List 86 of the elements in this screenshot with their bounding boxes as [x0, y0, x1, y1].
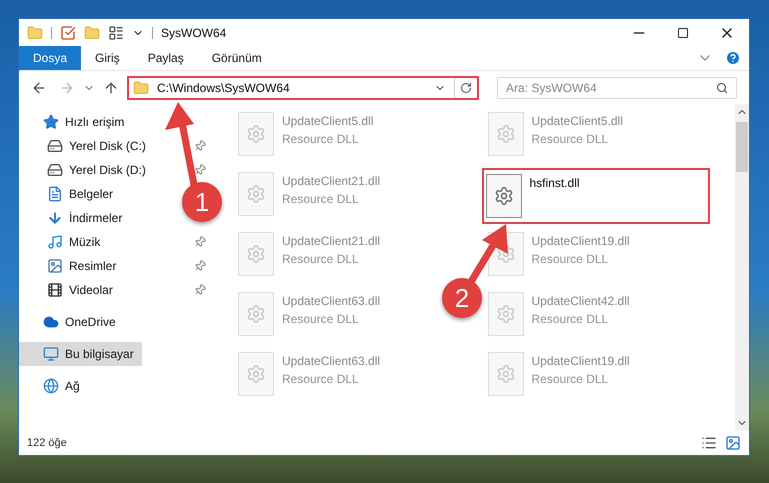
refresh-icon[interactable] [460, 82, 472, 94]
back-icon[interactable] [31, 80, 47, 96]
star-icon [43, 114, 59, 130]
nav-item[interactable]: Belgeler [19, 182, 122, 206]
nav-item[interactable]: Bu bilgisayar [19, 342, 142, 366]
folder-icon [27, 24, 43, 40]
search-input[interactable]: Ara: SysWOW64 [498, 78, 716, 96]
nav-label: İndirmeler [69, 210, 122, 227]
dll-file-icon [238, 172, 274, 216]
file-type: Resource DLL [282, 191, 360, 208]
file-name: UpdateClient5.dll [532, 113, 623, 130]
details-view-icon[interactable] [701, 435, 717, 451]
file-name: hsfinst.dll [530, 175, 580, 192]
item-count: 122 öğe [27, 436, 67, 451]
file-item[interactable]: hsfinst.dll [482, 168, 710, 224]
up-icon[interactable] [103, 80, 119, 96]
file-type: Resource DLL [282, 311, 360, 328]
nav-item[interactable]: Yerel Disk (C:) [19, 134, 154, 158]
file-name: UpdateClient63.dll [282, 293, 380, 310]
download-icon [47, 210, 63, 226]
nav-label: Yerel Disk (C:) [69, 138, 146, 155]
file-type: Resource DLL [282, 371, 360, 388]
nav-item[interactable]: Hızlı erişim [19, 110, 132, 134]
film-icon [47, 282, 63, 298]
dll-file-icon [238, 232, 274, 276]
file-name: UpdateClient19.dll [532, 233, 630, 250]
ribbon-tab[interactable]: Giriş [81, 46, 134, 70]
nav-label: Ağ [65, 378, 80, 395]
file-name: UpdateClient21.dll [282, 233, 380, 250]
ribbon-tab[interactable]: Görünüm [198, 46, 276, 70]
dll-file-icon [488, 292, 524, 336]
search-field[interactable]: Ara: SysWOW64 [497, 76, 737, 98]
cloud-icon [43, 314, 59, 330]
address-bar[interactable]: C:\Windows\SysWOW64 [127, 76, 479, 100]
maximize-icon[interactable] [677, 26, 689, 38]
file-type: Resource DLL [532, 251, 610, 268]
drive-icon [47, 138, 63, 154]
nav-label: Bu bilgisayar [65, 346, 134, 363]
nav-item[interactable]: Ağ [19, 374, 88, 398]
file-type: Resource DLL [532, 311, 610, 328]
file-name: UpdateClient19.dll [532, 353, 630, 370]
dll-file-icon [238, 112, 274, 156]
nav-label: Belgeler [69, 186, 114, 203]
window-title: SysWOW64 [161, 24, 226, 42]
file-type: Resource DLL [532, 371, 610, 388]
nav-item[interactable]: Videolar [19, 278, 121, 302]
ribbon-tab[interactable]: Paylaş [134, 46, 198, 70]
nav-item[interactable]: Yerel Disk (D:) [19, 158, 154, 182]
view-icon[interactable] [108, 24, 124, 40]
music-note-icon [47, 234, 63, 250]
nav-label: Resimler [69, 258, 116, 275]
dll-file-icon [238, 352, 274, 396]
scroll-thumb[interactable] [736, 122, 748, 172]
nav-item[interactable]: Müzik [19, 230, 108, 254]
document-icon [47, 186, 63, 202]
dll-file-icon [488, 112, 524, 156]
properties-icon[interactable] [60, 24, 76, 40]
nav-label: OneDrive [65, 314, 116, 331]
file-type: Resource DLL [282, 251, 360, 268]
help-icon[interactable] [725, 50, 741, 66]
file-type: Resource DLL [532, 131, 610, 148]
globe-icon [43, 378, 59, 394]
nav-item[interactable]: İndirmeler [19, 206, 130, 230]
nav-label: Videolar [69, 282, 113, 299]
nav-label: Müzik [69, 234, 100, 251]
file-tab[interactable]: Dosya [19, 46, 82, 70]
drive-icon [47, 162, 63, 178]
large-icons-view-icon[interactable] [725, 435, 741, 451]
nav-item[interactable]: Resimler [19, 254, 124, 278]
file-name: UpdateClient21.dll [282, 173, 380, 190]
nav-label: Hızlı erişim [65, 114, 124, 131]
dll-file-icon [238, 292, 274, 336]
folder-icon [133, 80, 149, 96]
search-icon[interactable] [716, 82, 728, 94]
file-name: UpdateClient42.dll [532, 293, 630, 310]
dll-file-icon [488, 352, 524, 396]
dll-file-icon [486, 174, 522, 218]
file-type: Resource DLL [282, 131, 360, 148]
file-name: UpdateClient63.dll [282, 353, 380, 370]
scrollbar[interactable] [735, 104, 749, 431]
monitor-icon [43, 346, 59, 362]
nav-label: Yerel Disk (D:) [69, 162, 146, 179]
nav-item[interactable]: OneDrive [19, 310, 124, 334]
file-name: UpdateClient5.dll [282, 113, 374, 130]
picture-icon [47, 258, 63, 274]
address-path: C:\Windows\SysWOW64 [157, 80, 290, 96]
